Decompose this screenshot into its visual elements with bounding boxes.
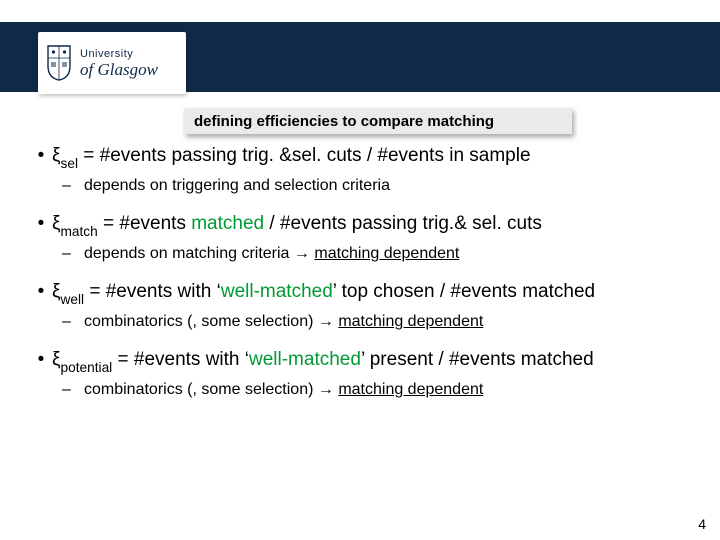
text-post: / #events passing trig.& sel. cuts: [264, 213, 542, 234]
note-pre: depends on matching criteria: [84, 245, 294, 262]
bullet-group-0: • ξsel = #events passing trig. &sel. cut…: [30, 144, 690, 196]
subbullet-2: – combinatorics (, some selection) → mat…: [62, 312, 690, 332]
text-green: well-matched: [249, 349, 361, 370]
crest-icon: [44, 44, 74, 82]
subscript: potential: [61, 360, 113, 375]
bullet-group-1: • ξmatch = #events matched / #events pas…: [30, 212, 690, 264]
arrow-icon: →: [318, 313, 338, 330]
arrow-icon: →: [294, 245, 314, 262]
subbullet-1: – depends on matching criteria → matchin…: [62, 244, 690, 264]
bullet-1: • ξmatch = #events matched / #events pas…: [30, 212, 690, 238]
text-pre: = #events with ‘: [84, 281, 221, 302]
bullet-2: • ξwell = #events with ‘well-matched’ to…: [30, 280, 690, 306]
note: depends on triggering and selection crit…: [84, 177, 390, 194]
arrow-icon: →: [318, 381, 338, 398]
note-post: matching dependent: [314, 245, 459, 262]
symbol: ξ: [52, 281, 61, 302]
university-logo: University of Glasgow: [38, 32, 186, 94]
definition-text: = #events passing trig. &sel. cuts / #ev…: [78, 145, 531, 166]
subbullet-3: – combinatorics (, some selection) → mat…: [62, 380, 690, 400]
subscript: well: [61, 292, 85, 307]
note-post: matching dependent: [338, 381, 483, 398]
logo-line1: University: [80, 49, 158, 60]
bullet-group-2: • ξwell = #events with ‘well-matched’ to…: [30, 280, 690, 332]
note-pre: combinatorics (, some selection): [84, 313, 318, 330]
subscript: sel: [61, 156, 78, 171]
bullet-group-3: • ξpotential = #events with ‘well-matche…: [30, 348, 690, 400]
text-post: ’ top chosen / #events matched: [333, 281, 595, 302]
text-pre: = #events: [98, 213, 191, 234]
slide-title-text: defining efficiencies to compare matchin…: [194, 113, 494, 130]
text-green: matched: [191, 213, 264, 234]
content-area: • ξsel = #events passing trig. &sel. cut…: [30, 144, 690, 530]
logo-line2: of Glasgow: [80, 61, 158, 78]
bullet-3: • ξpotential = #events with ‘well-matche…: [30, 348, 690, 374]
symbol: ξ: [52, 349, 61, 370]
note-post: matching dependent: [338, 313, 483, 330]
subscript: match: [61, 224, 98, 239]
subbullet-0: – depends on triggering and selection cr…: [62, 176, 690, 196]
text-green: well-matched: [221, 281, 333, 302]
text-pre: = #events with ‘: [112, 349, 249, 370]
text-post: ’ present / #events matched: [361, 349, 594, 370]
symbol: ξ: [52, 145, 61, 166]
slide-title: defining efficiencies to compare matchin…: [184, 108, 572, 134]
symbol: ξ: [52, 213, 61, 234]
note-pre: combinatorics (, some selection): [84, 381, 318, 398]
slide-number: 4: [698, 516, 706, 532]
bullet-0: • ξsel = #events passing trig. &sel. cut…: [30, 144, 690, 170]
